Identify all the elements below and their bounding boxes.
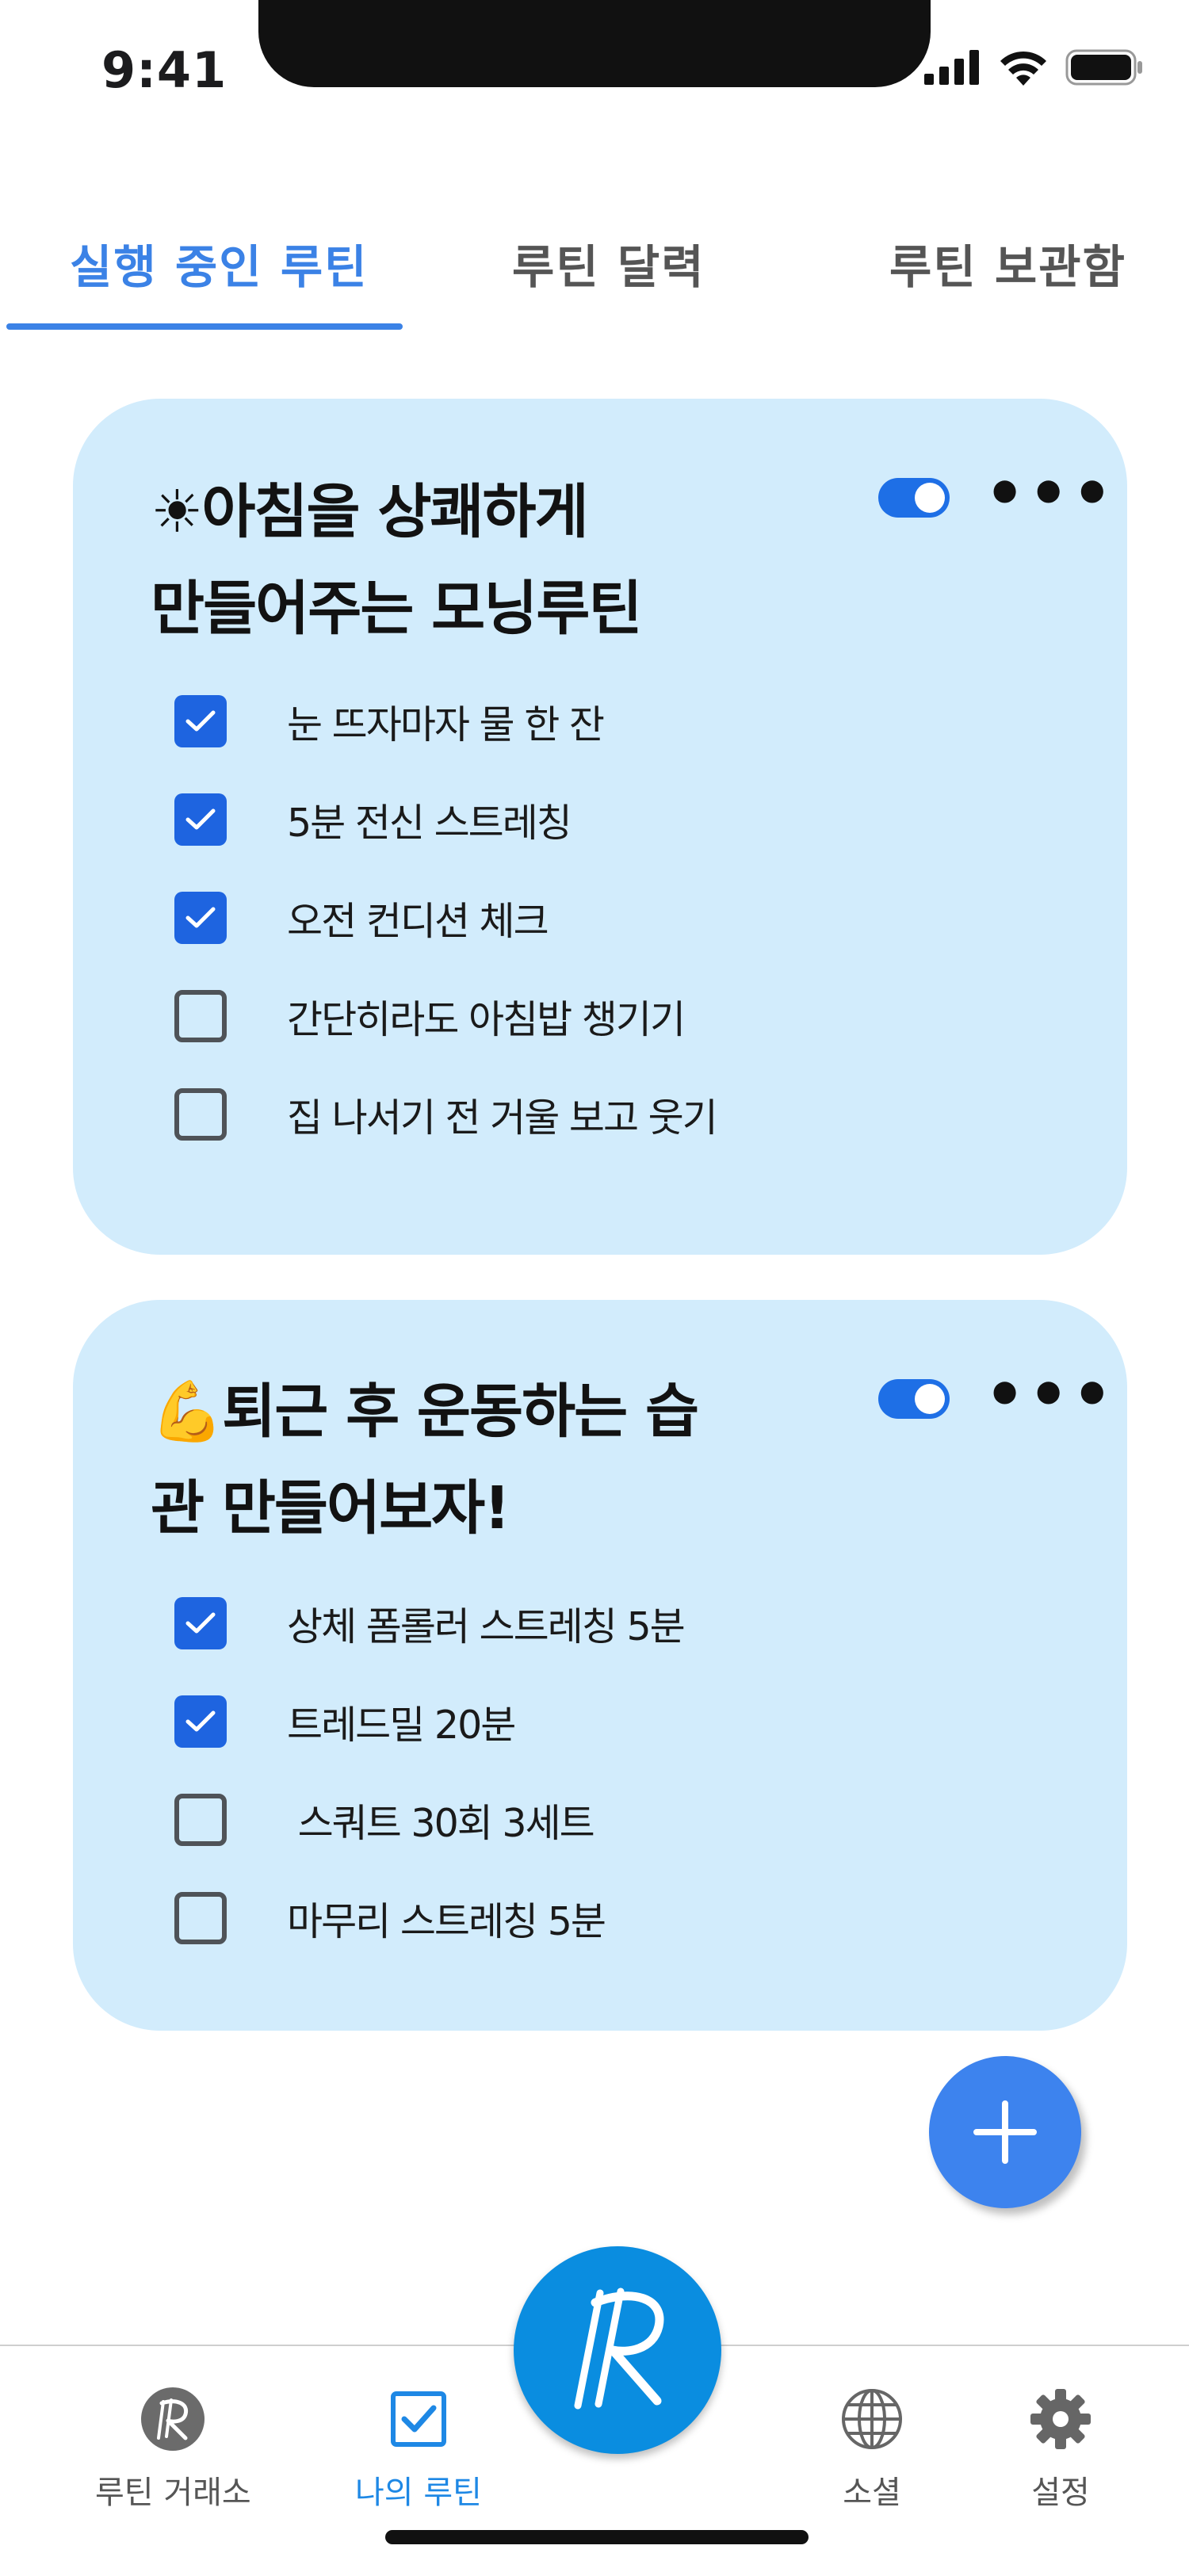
task-label: 스쿼트 30회 3세트	[287, 1800, 595, 1846]
checkmark-icon	[185, 1710, 216, 1732]
routine-title: ☀아침을 상쾌하게 만들어주는 모닝루틴	[151, 478, 642, 643]
task-label: 상체 폼롤러 스트레칭 5분	[287, 1603, 686, 1649]
checkmark-icon	[185, 1612, 216, 1634]
more-options-icon[interactable]: •••	[984, 1363, 1115, 1427]
checkbox-checked[interactable]	[174, 1695, 227, 1748]
checkmark-icon	[185, 710, 216, 732]
checkmark-icon	[185, 808, 216, 830]
checkbox-checked[interactable]	[174, 695, 227, 747]
nav-my-routine[interactable]: 나의 루틴	[355, 2386, 482, 2513]
globe-icon	[842, 2389, 902, 2449]
routine-toggle[interactable]	[878, 478, 950, 518]
sun-icon: ☀	[151, 478, 203, 546]
task-label: 마무리 스트레칭 5분	[287, 1898, 606, 1944]
task-item[interactable]: 오전 컨디션 체크	[174, 886, 549, 950]
status-icons	[924, 49, 1143, 86]
task-item[interactable]: 눈 뜨자마자 물 한 잔	[174, 690, 605, 753]
checkbox-unchecked[interactable]	[174, 1088, 227, 1141]
battery-icon	[1065, 49, 1142, 86]
nav-routine-exchange[interactable]: 루틴 거래소	[95, 2386, 251, 2513]
task-item[interactable]: 트레드밀 20분	[174, 1690, 516, 1753]
signal-icon	[924, 50, 979, 85]
task-label: 눈 뜨자마자 물 한 잔	[287, 701, 605, 747]
routine-title: 💪퇴근 후 운동하는 습 관 만들어보자!	[151, 1378, 699, 1542]
active-tab-indicator	[6, 323, 403, 330]
checkbox-unchecked[interactable]	[174, 990, 227, 1042]
status-time: 9:41	[101, 41, 227, 99]
task-label: 5분 전신 스트레칭	[287, 800, 572, 846]
routine-logo-icon	[574, 2287, 664, 2410]
tab-routine-archive[interactable]: 루틴 보관함	[889, 230, 1126, 296]
plus-icon	[973, 2100, 1037, 2164]
wifi-icon	[1000, 51, 1046, 86]
task-item[interactable]: 스쿼트 30회 3세트	[174, 1788, 595, 1852]
task-item[interactable]: 간단히라도 아침밥 챙기기	[174, 984, 686, 1048]
checkmark-icon	[185, 907, 216, 928]
home-indicator	[385, 2530, 809, 2544]
task-label: 집 나서기 전 거울 보고 웃기	[287, 1095, 718, 1141]
tab-bar: 실행 중인 루틴 루틴 달력 루틴 보관함	[0, 182, 1189, 333]
checkbox-checked[interactable]	[174, 1597, 227, 1649]
nav-social[interactable]: 소셜	[839, 2386, 905, 2513]
task-item[interactable]: 5분 전신 스트레칭	[174, 788, 572, 851]
nav-settings[interactable]: 설정	[1027, 2386, 1094, 2513]
flexed-biceps-icon: 💪	[151, 1378, 224, 1446]
routine-card-workout[interactable]: 💪퇴근 후 운동하는 습 관 만들어보자! ••• 상체 폼롤러 스트레칭 5분…	[73, 1300, 1127, 2031]
task-label: 오전 컨디션 체크	[287, 898, 549, 944]
routine-card-morning[interactable]: ☀아침을 상쾌하게 만들어주는 모닝루틴 ••• 눈 뜨자마자 물 한 잔 5분…	[73, 399, 1127, 1255]
checkbox-unchecked[interactable]	[174, 1892, 227, 1944]
routine-toggle[interactable]	[878, 1379, 950, 1419]
checkbox-checked[interactable]	[174, 892, 227, 944]
device-notch	[258, 0, 931, 87]
checkbox-icon	[390, 2391, 446, 2447]
more-options-icon[interactable]: •••	[984, 462, 1115, 526]
checkbox-checked[interactable]	[174, 793, 227, 846]
checkbox-unchecked[interactable]	[174, 1794, 227, 1846]
add-routine-button[interactable]	[929, 2056, 1081, 2208]
tab-routine-calendar[interactable]: 루틴 달력	[512, 230, 705, 296]
tab-running-routines[interactable]: 실행 중인 루틴	[70, 230, 369, 296]
task-label: 간단히라도 아침밥 챙기기	[287, 996, 686, 1042]
center-logo-button[interactable]	[514, 2246, 721, 2454]
task-label: 트레드밀 20분	[287, 1702, 516, 1748]
routine-exchange-icon	[141, 2387, 205, 2451]
task-item[interactable]: 마무리 스트레칭 5분	[174, 1886, 606, 1950]
task-item[interactable]: 집 나서기 전 거울 보고 웃기	[174, 1083, 718, 1146]
task-item[interactable]: 상체 폼롤러 스트레칭 5분	[174, 1592, 686, 1655]
gear-icon	[1030, 2389, 1091, 2449]
